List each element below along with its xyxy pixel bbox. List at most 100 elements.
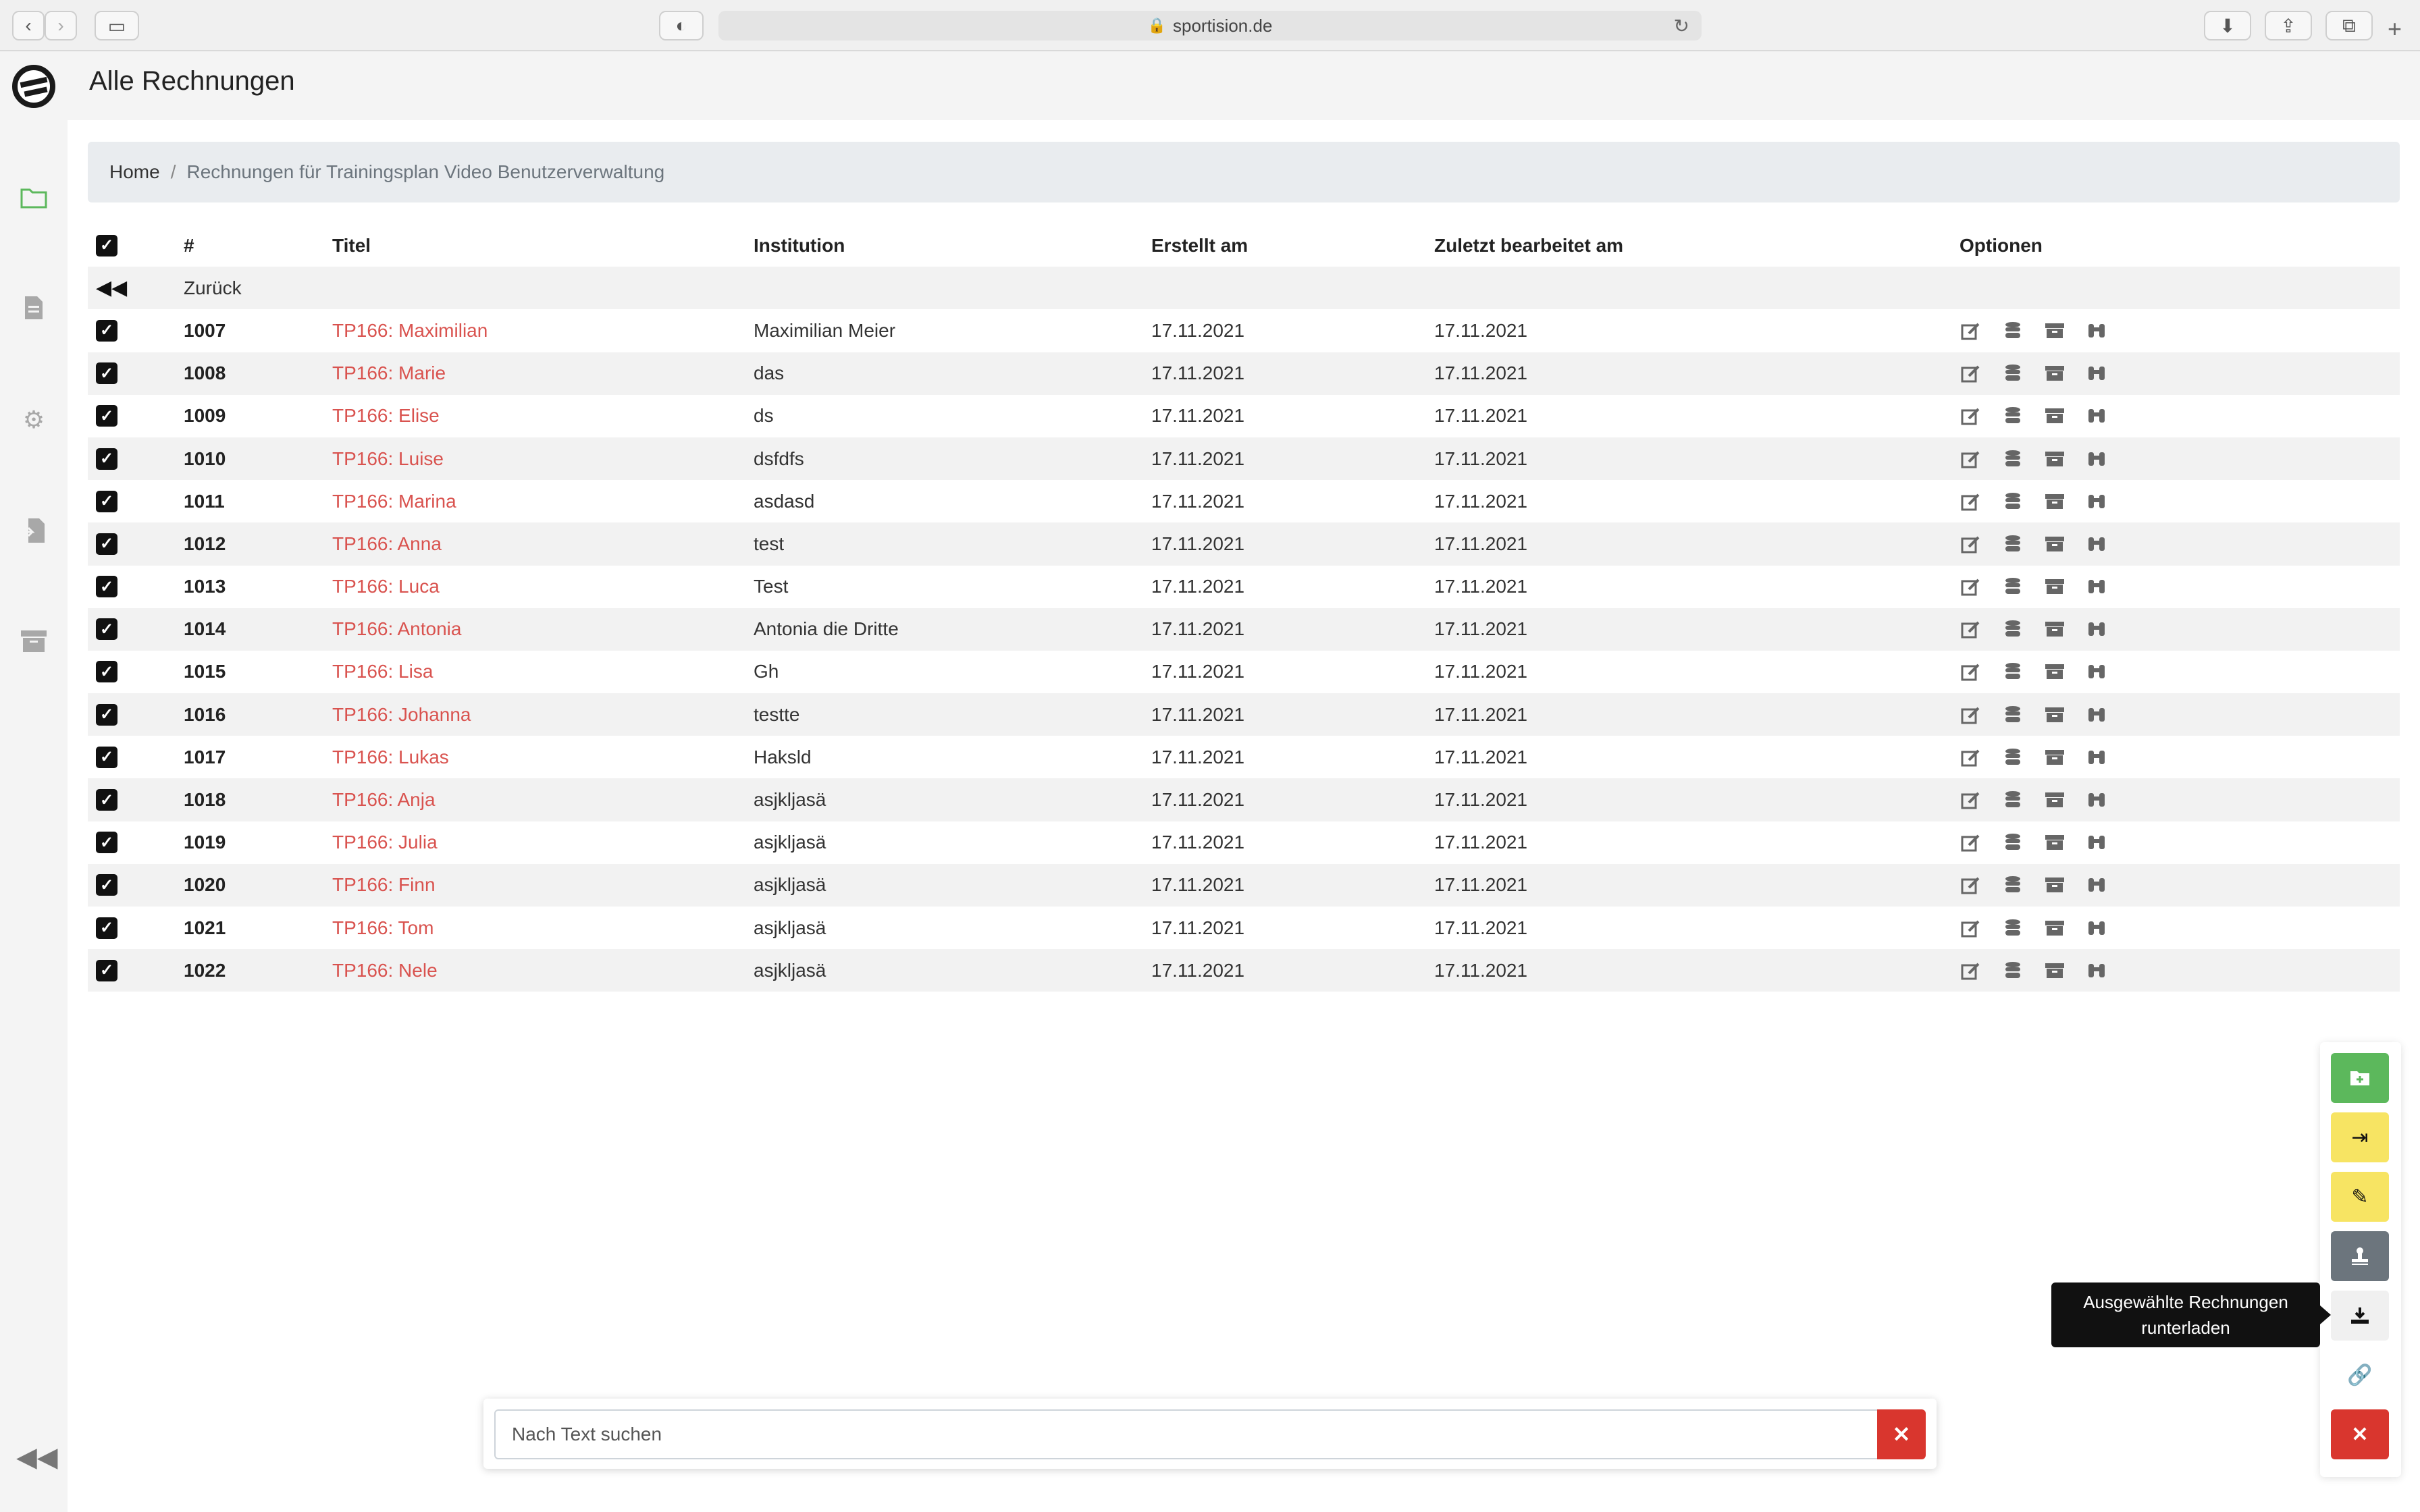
archive-icon[interactable] [2043, 618, 2066, 641]
column-header-number[interactable]: # [184, 224, 194, 267]
stamp-button[interactable] [2331, 1231, 2389, 1281]
archive-icon[interactable] [2043, 533, 2066, 556]
binoculars-icon[interactable] [2085, 917, 2108, 940]
invoice-title-link[interactable]: TP166: Antonia [332, 608, 461, 651]
invoice-title-link[interactable]: TP166: Maximilian [332, 309, 488, 352]
table-row[interactable]: ✓ 1017 TP166: Lukas Haksld 17.11.2021 17… [88, 736, 2400, 778]
binoculars-icon[interactable] [2085, 448, 2108, 470]
edit-icon[interactable] [1959, 319, 1982, 342]
invoice-title-link[interactable]: TP166: Tom [332, 907, 433, 949]
archive-icon[interactable] [2043, 959, 2066, 982]
gear-icon[interactable]: ⚙ [18, 404, 50, 436]
binoculars-icon[interactable] [2085, 362, 2108, 385]
binoculars-icon[interactable] [2085, 703, 2108, 726]
database-icon[interactable] [2001, 788, 2024, 811]
binoculars-icon[interactable] [2085, 404, 2108, 427]
database-icon[interactable] [2001, 618, 2024, 641]
archive-icon[interactable] [2043, 831, 2066, 854]
table-row[interactable]: ✓ 1021 TP166: Tom asjkljasä 17.11.2021 1… [88, 907, 2400, 949]
table-row[interactable]: ✓ 1015 TP166: Lisa Gh 17.11.2021 17.11.2… [88, 651, 2400, 693]
archive-icon[interactable] [2043, 448, 2066, 470]
edit-icon[interactable] [1959, 448, 1982, 470]
edit-icon[interactable] [1959, 959, 1982, 982]
edit-icon[interactable] [1959, 533, 1982, 556]
invoice-title-link[interactable]: TP166: Luise [332, 437, 444, 480]
row-checkbox[interactable]: ✓ [96, 874, 117, 896]
invoice-title-link[interactable]: TP166: Luca [332, 566, 440, 608]
new-tab-icon[interactable]: + [2388, 15, 2402, 43]
edit-icon[interactable] [1959, 575, 1982, 598]
column-header-title[interactable]: Titel [332, 224, 371, 267]
edit-icon[interactable] [1959, 703, 1982, 726]
table-row[interactable]: ✓ 1016 TP166: Johanna testte 17.11.2021 … [88, 693, 2400, 736]
back-row[interactable]: ◀◀ Zurück [88, 267, 2400, 310]
column-header-created[interactable]: Erstellt am [1151, 224, 1248, 267]
binoculars-icon[interactable] [2085, 319, 2108, 342]
invoice-title-link[interactable]: TP166: Elise [332, 395, 440, 437]
binoculars-icon[interactable] [2085, 831, 2108, 854]
column-header-edited[interactable]: Zuletzt bearbeitet am [1434, 224, 1623, 267]
archive-icon[interactable] [2043, 362, 2066, 385]
column-header-institution[interactable]: Institution [754, 224, 845, 267]
logo-icon[interactable] [12, 65, 55, 108]
binoculars-icon[interactable] [2085, 660, 2108, 683]
database-icon[interactable] [2001, 703, 2024, 726]
database-icon[interactable] [2001, 575, 2024, 598]
row-checkbox[interactable]: ✓ [96, 661, 117, 683]
invoice-title-link[interactable]: TP166: Lisa [332, 651, 433, 693]
table-row[interactable]: ✓ 1014 TP166: Antonia Antonia die Dritte… [88, 608, 2400, 651]
database-icon[interactable] [2001, 448, 2024, 470]
database-icon[interactable] [2001, 873, 2024, 896]
edit-icon[interactable] [1959, 746, 1982, 769]
row-checkbox[interactable]: ✓ [96, 618, 117, 641]
database-icon[interactable] [2001, 490, 2024, 513]
search-input[interactable] [494, 1409, 1888, 1459]
row-checkbox[interactable]: ✓ [96, 405, 117, 427]
table-row[interactable]: ✓ 1013 TP166: Luca Test 17.11.2021 17.11… [88, 566, 2400, 608]
tabs-icon[interactable]: ⧉ [2325, 11, 2373, 40]
invoice-title-link[interactable]: TP166: Julia [332, 821, 438, 864]
sidebar-toggle-button[interactable]: ▭ [95, 11, 139, 40]
edit-icon[interactable] [1959, 788, 1982, 811]
edit-icon[interactable] [1959, 618, 1982, 641]
database-icon[interactable] [2001, 959, 2024, 982]
link-button[interactable]: 🔗 [2331, 1350, 2389, 1400]
edit-button[interactable]: ✎ [2331, 1172, 2389, 1222]
row-checkbox[interactable]: ✓ [96, 319, 117, 342]
archive-icon[interactable] [2043, 660, 2066, 683]
edit-icon[interactable] [1959, 917, 1982, 940]
edit-icon[interactable] [1959, 831, 1982, 854]
back-icon[interactable]: ◀◀ [96, 276, 127, 300]
archive-icon[interactable] [2043, 319, 2066, 342]
database-icon[interactable] [2001, 660, 2024, 683]
download-icon[interactable]: ⬇ [2204, 11, 2251, 40]
row-checkbox[interactable]: ✓ [96, 703, 117, 726]
row-checkbox[interactable]: ✓ [96, 959, 117, 981]
back-nav-button[interactable]: ‹ [12, 11, 45, 40]
invoice-title-link[interactable]: TP166: Finn [332, 864, 436, 907]
breadcrumb-home[interactable]: Home [109, 161, 160, 183]
file-import-icon[interactable] [18, 514, 50, 547]
database-icon[interactable] [2001, 831, 2024, 854]
row-checkbox[interactable]: ✓ [96, 746, 117, 768]
binoculars-icon[interactable] [2085, 873, 2108, 896]
archive-icon[interactable] [2043, 873, 2066, 896]
database-icon[interactable] [2001, 533, 2024, 556]
download-selected-button[interactable] [2331, 1291, 2389, 1341]
binoculars-icon[interactable] [2085, 959, 2108, 982]
forward-nav-button[interactable]: › [45, 11, 77, 40]
row-checkbox[interactable]: ✓ [96, 789, 117, 811]
edit-icon[interactable] [1959, 490, 1982, 513]
table-row[interactable]: ✓ 1018 TP166: Anja asjkljasä 17.11.2021 … [88, 778, 2400, 821]
table-row[interactable]: ✓ 1011 TP166: Marina asdasd 17.11.2021 1… [88, 480, 2400, 522]
table-row[interactable]: ✓ 1007 TP166: Maximilian Maximilian Meie… [88, 309, 2400, 352]
edit-icon[interactable] [1959, 362, 1982, 385]
archive-icon[interactable] [2043, 404, 2066, 427]
database-icon[interactable] [2001, 404, 2024, 427]
invoice-title-link[interactable]: TP166: Anna [332, 522, 442, 565]
database-icon[interactable] [2001, 319, 2024, 342]
binoculars-icon[interactable] [2085, 746, 2108, 769]
row-checkbox[interactable]: ✓ [96, 490, 117, 512]
row-checkbox[interactable]: ✓ [96, 576, 117, 598]
select-all-checkbox[interactable]: ✓ [96, 234, 117, 256]
